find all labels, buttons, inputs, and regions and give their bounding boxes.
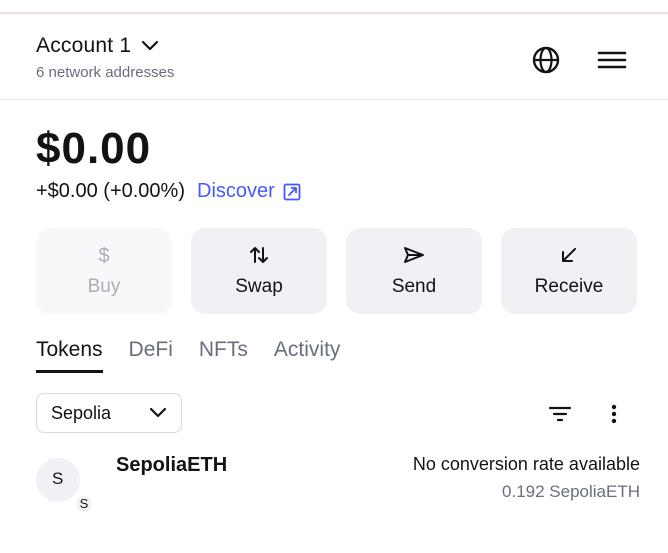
token-row[interactable]: S S SepoliaETH No conversion rate availa… bbox=[36, 448, 640, 514]
network-badge: S bbox=[74, 494, 94, 514]
send-icon bbox=[402, 244, 426, 266]
tab-tokens[interactable]: Tokens bbox=[36, 338, 103, 373]
swap-label: Swap bbox=[235, 276, 283, 297]
hamburger-menu-icon bbox=[597, 51, 627, 69]
account-name: Account 1 bbox=[36, 34, 132, 57]
chevron-down-icon bbox=[142, 40, 159, 51]
send-label: Send bbox=[391, 276, 437, 297]
buy-button[interactable]: $ Buy bbox=[36, 228, 172, 314]
tab-activity[interactable]: Activity bbox=[274, 338, 341, 373]
buy-label: Buy bbox=[87, 276, 121, 297]
more-vertical-icon bbox=[611, 404, 617, 424]
more-options-button[interactable] bbox=[598, 398, 630, 430]
tab-nfts[interactable]: NFTs bbox=[199, 338, 248, 373]
token-name: SepoliaETH bbox=[116, 454, 228, 476]
receive-icon bbox=[559, 244, 579, 266]
swap-button[interactable]: Swap bbox=[191, 228, 327, 314]
discover-label: Discover bbox=[197, 180, 275, 202]
receive-button[interactable]: Receive bbox=[501, 228, 637, 314]
balance-change: +$0.00 (+0.00%) bbox=[36, 180, 185, 202]
tab-defi[interactable]: DeFi bbox=[129, 338, 173, 373]
account-selector-button[interactable]: Account 1 bbox=[36, 34, 159, 58]
globe-button[interactable] bbox=[528, 42, 564, 78]
network-addresses-label[interactable]: 6 network addresses bbox=[36, 64, 174, 81]
balance-change-row: +$0.00 (+0.00%) Discover bbox=[36, 180, 301, 203]
filter-icon bbox=[548, 406, 572, 422]
balance-amount: $0.00 bbox=[36, 124, 152, 173]
action-buttons: $ Buy Swap Send Receive bbox=[36, 228, 637, 314]
send-button[interactable]: Send bbox=[346, 228, 482, 314]
token-avatar-letter: S bbox=[52, 469, 64, 488]
menu-button[interactable] bbox=[594, 42, 630, 78]
external-link-icon bbox=[283, 183, 301, 200]
discover-link[interactable]: Discover bbox=[197, 180, 301, 203]
globe-icon bbox=[532, 46, 560, 74]
swap-icon bbox=[248, 244, 270, 266]
asset-tabs: Tokens DeFi NFTs Activity bbox=[36, 338, 340, 373]
chevron-down-icon bbox=[149, 407, 167, 418]
network-filter-value: Sepolia bbox=[51, 402, 112, 423]
svg-text:$: $ bbox=[98, 245, 109, 266]
token-amount: 0.192 SepoliaETH bbox=[502, 482, 640, 501]
token-rate-text: No conversion rate available bbox=[412, 454, 640, 474]
dollar-icon: $ bbox=[96, 244, 112, 266]
top-divider bbox=[0, 0, 668, 14]
token-avatar: S S bbox=[36, 458, 94, 514]
network-filter-select[interactable]: Sepolia bbox=[36, 393, 182, 433]
receive-label: Receive bbox=[534, 276, 604, 297]
sort-filter-button[interactable] bbox=[544, 398, 576, 430]
header: Account 1 6 network addresses bbox=[0, 14, 668, 100]
